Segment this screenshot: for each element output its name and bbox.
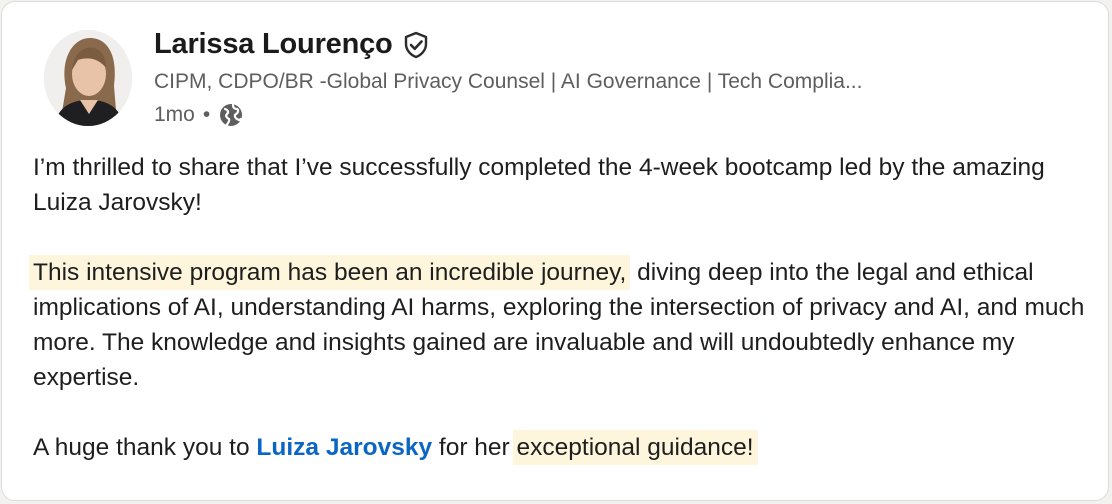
author-name[interactable]: Larissa Lourenço [154, 28, 393, 61]
post-paragraph-3: A huge thank you to Luiza Jarovsky for h… [33, 430, 1093, 465]
avatar[interactable] [44, 30, 132, 126]
thanks-middle: for her [432, 434, 517, 461]
highlighted-text: This intensive program has been an incre… [29, 255, 631, 290]
globe-icon [218, 102, 244, 128]
post-time[interactable]: 1mo [154, 103, 195, 127]
post-paragraph-1: I’m thrilled to share that I’ve successf… [33, 154, 1045, 216]
verified-shield-icon [401, 30, 431, 60]
post-meta: 1mo • [154, 102, 244, 128]
thanks-text: A huge thank you to [33, 434, 257, 461]
highlighted-text-2: exceptional guidance! [512, 430, 758, 465]
avatar-photo [44, 30, 132, 126]
post-text: I’m thrilled to share that I’ve successf… [29, 150, 1093, 465]
meta-separator: • [202, 103, 211, 126]
post-paragraph-2: This intensive program has been an incre… [29, 255, 1093, 395]
author-name-row: Larissa Lourenço [154, 28, 431, 61]
post-card: Larissa Lourenço CIPM, CDPO/BR -Global P… [1, 1, 1109, 501]
mention-link[interactable]: Luiza Jarovsky [256, 434, 432, 461]
author-headline: CIPM, CDPO/BR -Global Privacy Counsel | … [154, 70, 863, 93]
